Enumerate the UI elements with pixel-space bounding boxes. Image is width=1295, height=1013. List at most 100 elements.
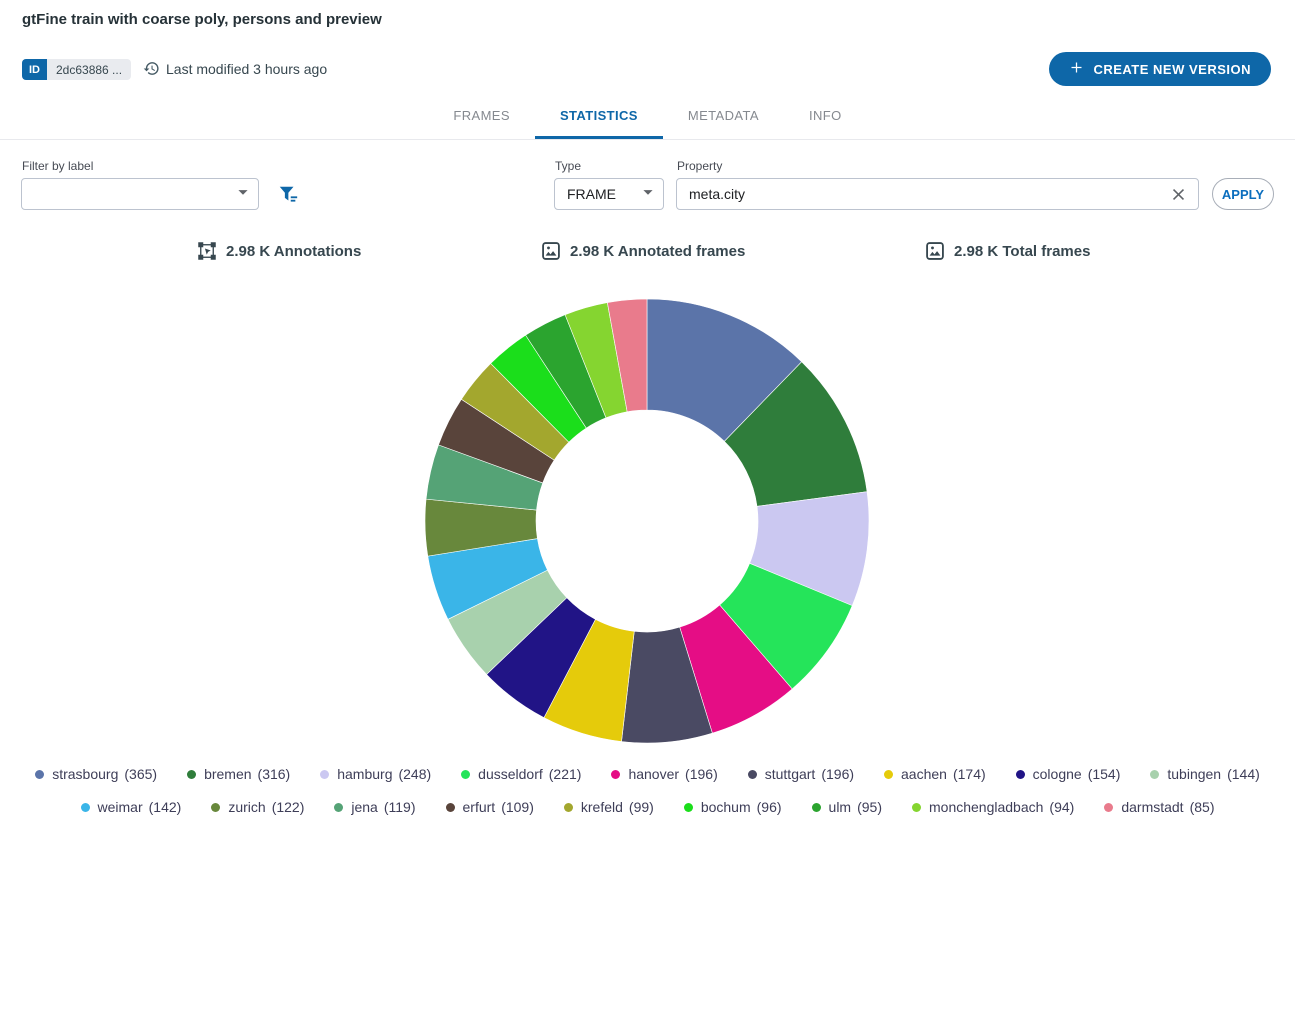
dataset-id-chip[interactable]: ID 2dc63886 ...	[22, 59, 131, 80]
legend-label: bremen	[204, 766, 251, 782]
legend-item-stuttgart[interactable]: stuttgart (196)	[748, 766, 854, 782]
id-badge: ID	[22, 59, 47, 80]
legend-item-bochum[interactable]: bochum (96)	[684, 799, 782, 815]
legend-item-erfurt[interactable]: erfurt (109)	[446, 799, 534, 815]
legend-label: monchengladbach	[929, 799, 1043, 815]
legend-dot	[812, 803, 821, 812]
legend-value: (122)	[272, 799, 305, 815]
history-icon	[143, 60, 160, 77]
legend-value: (94)	[1049, 799, 1074, 815]
legend-value: (119)	[384, 799, 416, 815]
legend-label: dusseldorf	[478, 766, 543, 782]
legend-item-krefeld[interactable]: krefeld (99)	[564, 799, 654, 815]
legend-item-weimar[interactable]: weimar(142)	[81, 799, 182, 815]
legend-value: (96)	[757, 799, 782, 815]
legend-dot	[611, 770, 620, 779]
stat-label: 2.98 K Total frames	[954, 243, 1090, 260]
type-label: Type	[555, 159, 581, 173]
legend-label: ulm	[829, 799, 852, 815]
legend-label: darmstadt	[1121, 799, 1183, 815]
image-icon	[541, 241, 561, 261]
legend-item-hanover[interactable]: hanover (196)	[611, 766, 717, 782]
stats-row: 2.98 K Annotations 2.98 K Annotated frame…	[0, 241, 1295, 265]
legend-value: (221)	[549, 766, 582, 782]
legend-dot	[334, 803, 343, 812]
legend-dot	[748, 770, 757, 779]
legend-label: strasbourg	[52, 766, 118, 782]
legend-item-monchengladbach[interactable]: monchengladbach (94)	[912, 799, 1074, 815]
tabs-bar: FRAMESSTATISTICSMETADATAINFO	[0, 92, 1295, 140]
legend-dot	[461, 770, 470, 779]
legend-label: erfurt	[463, 799, 496, 815]
legend-label: hanover	[628, 766, 679, 782]
tab-statistics[interactable]: STATISTICS	[535, 92, 663, 139]
tab-info[interactable]: INFO	[784, 92, 867, 139]
legend-item-tubingen[interactable]: tubingen (144)	[1150, 766, 1259, 782]
image-icon	[925, 241, 945, 261]
last-modified-text: Last modified 3 hours ago	[166, 61, 327, 77]
create-new-version-label: CREATE NEW VERSION	[1093, 62, 1251, 77]
clear-property-button[interactable]	[1168, 185, 1188, 205]
tab-metadata[interactable]: METADATA	[663, 92, 784, 139]
legend-item-jena[interactable]: jena (119)	[334, 799, 415, 815]
stat-1: 2.98 K Annotated frames	[541, 241, 745, 261]
legend-label: cologne	[1033, 766, 1082, 782]
stat-2: 2.98 K Total frames	[925, 241, 1090, 261]
legend-value: (109)	[501, 799, 534, 815]
legend-dot	[320, 770, 329, 779]
legend-item-zurich[interactable]: zurich(122)	[211, 799, 304, 815]
legend-value: (142)	[149, 799, 182, 815]
legend-label: bochum	[701, 799, 751, 815]
legend-value: (95)	[857, 799, 882, 815]
donut-chart	[416, 290, 878, 752]
legend-item-hamburg[interactable]: hamburg(248)	[320, 766, 431, 782]
legend-value: (365)	[124, 766, 157, 782]
legend-item-strasbourg[interactable]: strasbourg (365)	[35, 766, 157, 782]
legend-label: krefeld	[581, 799, 623, 815]
filter-funnel-button[interactable]	[276, 184, 300, 208]
apply-button[interactable]: APPLY	[1212, 178, 1274, 210]
legend-item-cologne[interactable]: cologne (154)	[1016, 766, 1121, 782]
legend-value: (174)	[953, 766, 986, 782]
close-icon	[1169, 192, 1188, 207]
tab-frames[interactable]: FRAMES	[428, 92, 535, 139]
page-title: gtFine train with coarse poly, persons a…	[22, 11, 382, 28]
legend-dot	[1104, 803, 1113, 812]
annotations-icon	[197, 241, 217, 261]
legend-value: (99)	[629, 799, 654, 815]
chevron-down-icon	[232, 181, 258, 208]
legend-label: aachen	[901, 766, 947, 782]
dataset-statistics-page: gtFine train with coarse poly, persons a…	[0, 0, 1295, 1013]
legend-value: (196)	[685, 766, 718, 782]
legend-label: hamburg	[337, 766, 392, 782]
legend-dot	[564, 803, 573, 812]
property-input[interactable]	[689, 186, 1158, 202]
type-select[interactable]: FRAME	[554, 178, 664, 210]
property-field-wrap	[676, 178, 1199, 210]
legend-dot	[1150, 770, 1159, 779]
legend-item-ulm[interactable]: ulm (95)	[812, 799, 882, 815]
create-new-version-button[interactable]: CREATE NEW VERSION	[1049, 52, 1271, 86]
stat-label: 2.98 K Annotated frames	[570, 243, 745, 260]
legend-dot	[81, 803, 90, 812]
legend-dot	[912, 803, 921, 812]
legend-dot	[684, 803, 693, 812]
legend-value: (144)	[1227, 766, 1260, 782]
legend-value: (316)	[258, 766, 291, 782]
legend-item-dusseldorf[interactable]: dusseldorf (221)	[461, 766, 581, 782]
plus-icon	[1069, 60, 1084, 78]
legend-label: jena	[351, 799, 377, 815]
legend-label: tubingen	[1167, 766, 1221, 782]
dropdown-arrow-icon	[637, 181, 663, 208]
legend-item-darmstadt[interactable]: darmstadt (85)	[1104, 799, 1214, 815]
legend-value: (85)	[1190, 799, 1215, 815]
type-select-value: FRAME	[567, 186, 637, 202]
legend-value: (196)	[821, 766, 854, 782]
filter-by-label-select[interactable]	[21, 178, 259, 210]
property-label: Property	[677, 159, 722, 173]
legend-item-bremen[interactable]: bremen (316)	[187, 766, 290, 782]
legend-label: stuttgart	[765, 766, 816, 782]
stat-0: 2.98 K Annotations	[197, 241, 361, 261]
legend-item-aachen[interactable]: aachen (174)	[884, 766, 986, 782]
legend-value: (154)	[1088, 766, 1121, 782]
